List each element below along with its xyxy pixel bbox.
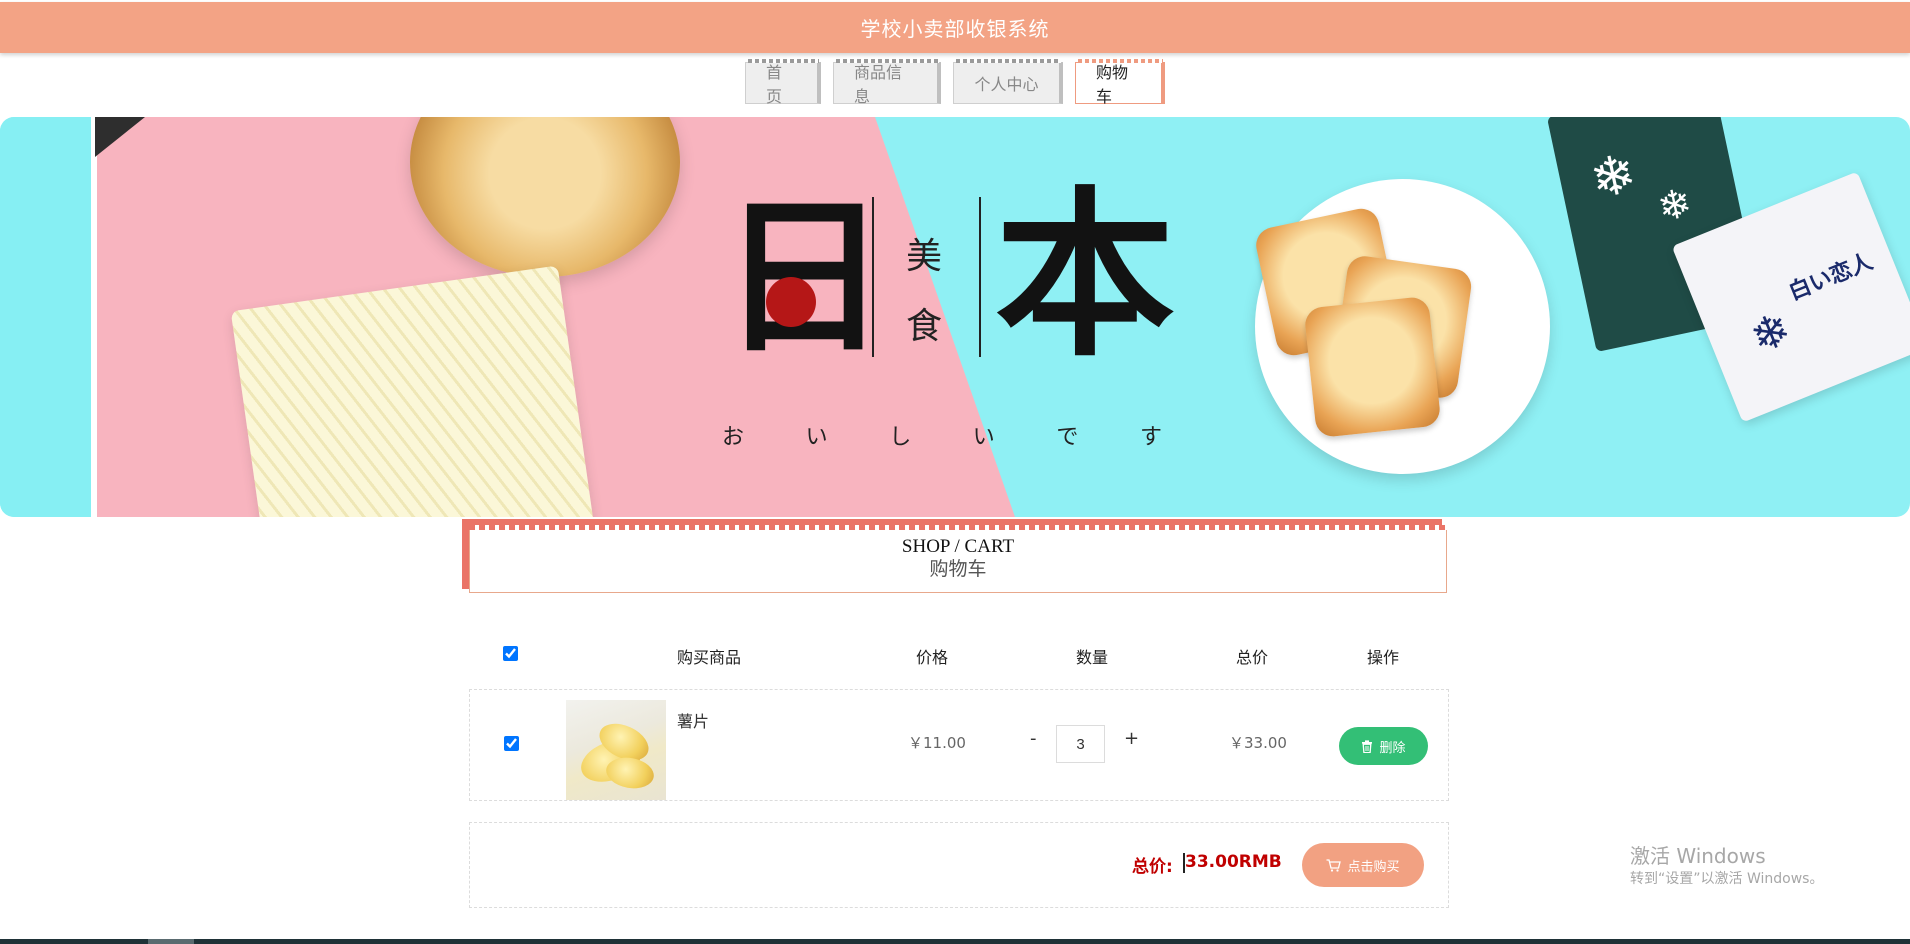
logo-kana-char: し [889,425,912,450]
logo-divider-line [979,197,981,357]
text-cursor [1183,853,1185,873]
app-title: 学校小卖部收银系统 [860,17,1050,41]
logo-kana-char: い [805,425,828,450]
summary-total-label: 总价: [1132,857,1173,877]
item-checkbox[interactable] [504,736,519,751]
snowflake-icon: ❄ [1742,300,1799,365]
cart-table-header: 购买商品 价格 数量 总价 操作 [469,638,1449,670]
col-header-price: 价格 [916,648,949,667]
item-total-price: ￥33.00 [1229,734,1287,752]
buy-label: 点击购买 [1347,858,1400,874]
logo-kana-char: す [1139,425,1162,450]
potato-chips-image [566,700,666,800]
tab-products[interactable]: 商品信息 [833,59,941,106]
section-header: SHOP / CART 购物车 [462,519,1447,594]
biscuit-image [1303,295,1442,439]
cart-summary: 总价: 33.00RMB 点击购买 [469,822,1449,908]
logo-divider-line [872,197,874,357]
delete-button[interactable]: 删除 [1339,727,1428,765]
quantity-decrease-button[interactable]: - [1030,728,1037,749]
section-title-en: SHOP / CART [901,536,1015,557]
section-title-cn: 购物车 [929,559,987,580]
quantity-increase-button[interactable]: + [1124,728,1139,749]
col-header-action: 操作 [1367,648,1400,667]
logo-ben-char: 本 [995,170,1176,381]
delete-label: 删除 [1379,739,1406,755]
logo-kana-row: お い し い で す [722,419,1162,451]
cart-item-row: 薯片 ￥11.00 - + ￥33.00 删除 [469,689,1449,801]
windows-activation-watermark: 激活 Windows 转到“设置”以激活 Windows。 [1630,843,1823,889]
chip-shape [603,754,657,792]
tab-cart[interactable]: 购物车 [1075,59,1165,106]
taskbar-highlight [148,939,194,944]
section-header-card: SHOP / CART 购物车 [469,525,1447,593]
buy-button[interactable]: 点击购买 [1302,843,1424,887]
item-unit-price: ￥11.00 [908,734,966,752]
tab-personal-center[interactable]: 个人中心 [953,59,1063,104]
trash-icon [1362,739,1373,753]
watermark-line-1: 激活 Windows [1630,844,1766,868]
logo-kana-char: で [1056,425,1079,450]
banner-left-panel [0,117,95,517]
cart-icon [1326,858,1342,872]
logo-red-dot [766,277,816,327]
package-text: 白い恋人 [1785,249,1877,306]
snowflake-icon: ❄ [1584,140,1642,212]
col-header-quantity: 数量 [1076,648,1109,667]
tab-home[interactable]: 首页 [745,59,821,106]
page: 学校小卖部收银系统 首页 商品信息 个人中心 购物车 日 美 食 本 お い し… [0,0,1910,944]
snowflake-icon: ❄ [1653,179,1697,232]
hero-banner: 日 美 食 本 お い し い で す ❄ ❄ ❄ 白い恋人 [0,117,1910,517]
quantity-input[interactable] [1056,725,1105,763]
item-name: 薯片 [677,712,710,731]
col-header-total: 总价 [1236,648,1269,667]
noodles-image [230,265,600,517]
nav-tabs: 首页 商品信息 个人中心 购物车 [0,59,1910,106]
top-header-bar: 学校小卖部收银系统 [0,2,1910,53]
watermark-line-2: 转到“设置”以激活 Windows。 [1630,871,1824,887]
col-header-product: 购买商品 [677,648,742,667]
logo-kana-char: お [722,425,745,450]
banner-divider [91,117,97,517]
logo-kana-char: い [972,425,995,450]
logo-mei-char: 美 [906,236,943,277]
taskbar-strip [0,939,1910,944]
logo-ri-char: 日 [720,178,888,376]
select-all-checkbox[interactable] [503,646,518,661]
banner-logo: 日 美 食 本 お い し い で す [720,178,1190,457]
logo-shi-char: 食 [906,306,943,347]
summary-total-value: 33.00RMB [1185,852,1282,872]
